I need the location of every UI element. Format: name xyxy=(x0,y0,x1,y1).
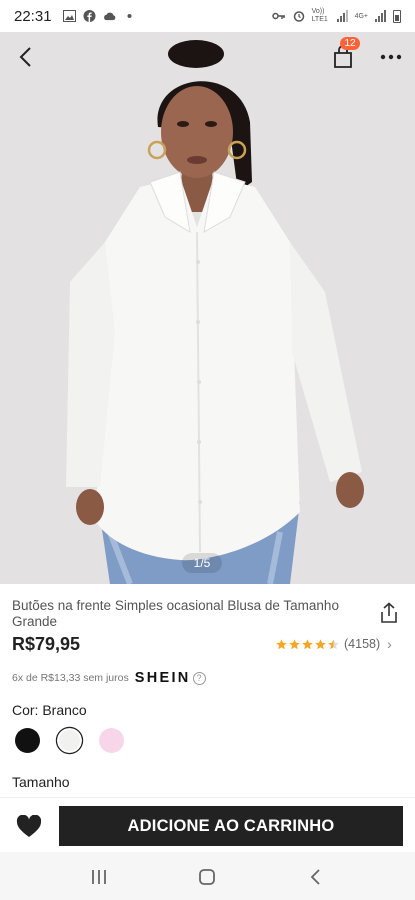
back-button[interactable] xyxy=(10,42,40,72)
more-icon xyxy=(380,54,402,60)
key-icon xyxy=(271,12,285,20)
chevron-left-icon xyxy=(19,47,31,67)
help-icon[interactable]: ? xyxy=(192,671,206,685)
share-icon xyxy=(381,602,397,623)
product-title: Butões na frente Simples ocasional Blusa… xyxy=(12,598,339,629)
status-time: 22:31 xyxy=(14,7,52,25)
installments-text: 6x de R$13,33 sem juros xyxy=(12,672,129,684)
swatch-white[interactable] xyxy=(56,727,83,754)
share-button[interactable] xyxy=(378,602,402,626)
status-bar: 22:31 Vo)) LTE1 4G+ xyxy=(0,0,415,32)
alarm-icon xyxy=(293,11,304,22)
more-button[interactable] xyxy=(376,42,406,72)
facebook-icon xyxy=(83,10,96,22)
rating[interactable]: (4158) › xyxy=(276,636,392,652)
heart-icon xyxy=(16,814,42,837)
recent-apps-button[interactable] xyxy=(88,866,110,888)
size-label: Tamanho xyxy=(12,774,70,790)
product-price: R$79,95 xyxy=(12,634,81,654)
rating-count: (4158) xyxy=(344,637,381,651)
image-counter: 1/5 xyxy=(182,553,222,573)
chevron-right-icon: › xyxy=(387,636,392,652)
installments-row: 6x de R$13,33 sem juros SHEIN ? xyxy=(12,670,206,686)
gallery-icon xyxy=(62,10,76,22)
swatch-pink[interactable] xyxy=(99,728,124,753)
cloud-icon xyxy=(103,12,115,21)
star-icon xyxy=(302,638,313,649)
color-label: Cor: Branco xyxy=(12,702,87,718)
signal-icon xyxy=(336,10,348,22)
star-icon xyxy=(315,638,326,649)
home-button[interactable] xyxy=(196,866,218,888)
color-swatches xyxy=(15,727,124,754)
dot-icon xyxy=(127,14,132,18)
swatch-black[interactable] xyxy=(15,728,40,753)
action-bar: ADICIONE AO CARRINHO xyxy=(0,797,415,852)
battery-icon xyxy=(393,9,401,23)
half-star-icon xyxy=(328,638,339,649)
back-icon xyxy=(310,869,320,885)
star-icon xyxy=(289,638,300,649)
network-type: 4G+ xyxy=(354,12,368,20)
wishlist-button[interactable] xyxy=(16,814,42,839)
home-icon xyxy=(199,869,215,885)
product-image[interactable]: 12 1/5 xyxy=(0,32,415,584)
system-nav-bar xyxy=(0,852,415,900)
model-photo xyxy=(0,32,415,584)
system-back-button[interactable] xyxy=(304,866,326,888)
brand-logo: SHEIN xyxy=(134,670,191,686)
bag-count-badge: 12 xyxy=(340,37,360,50)
star-icon xyxy=(276,638,287,649)
network-label: Vo)) LTE1 xyxy=(311,8,328,23)
signal-icon-2 xyxy=(375,10,386,22)
recent-apps-icon xyxy=(92,870,106,884)
add-to-cart-button[interactable]: ADICIONE AO CARRINHO xyxy=(59,806,403,846)
